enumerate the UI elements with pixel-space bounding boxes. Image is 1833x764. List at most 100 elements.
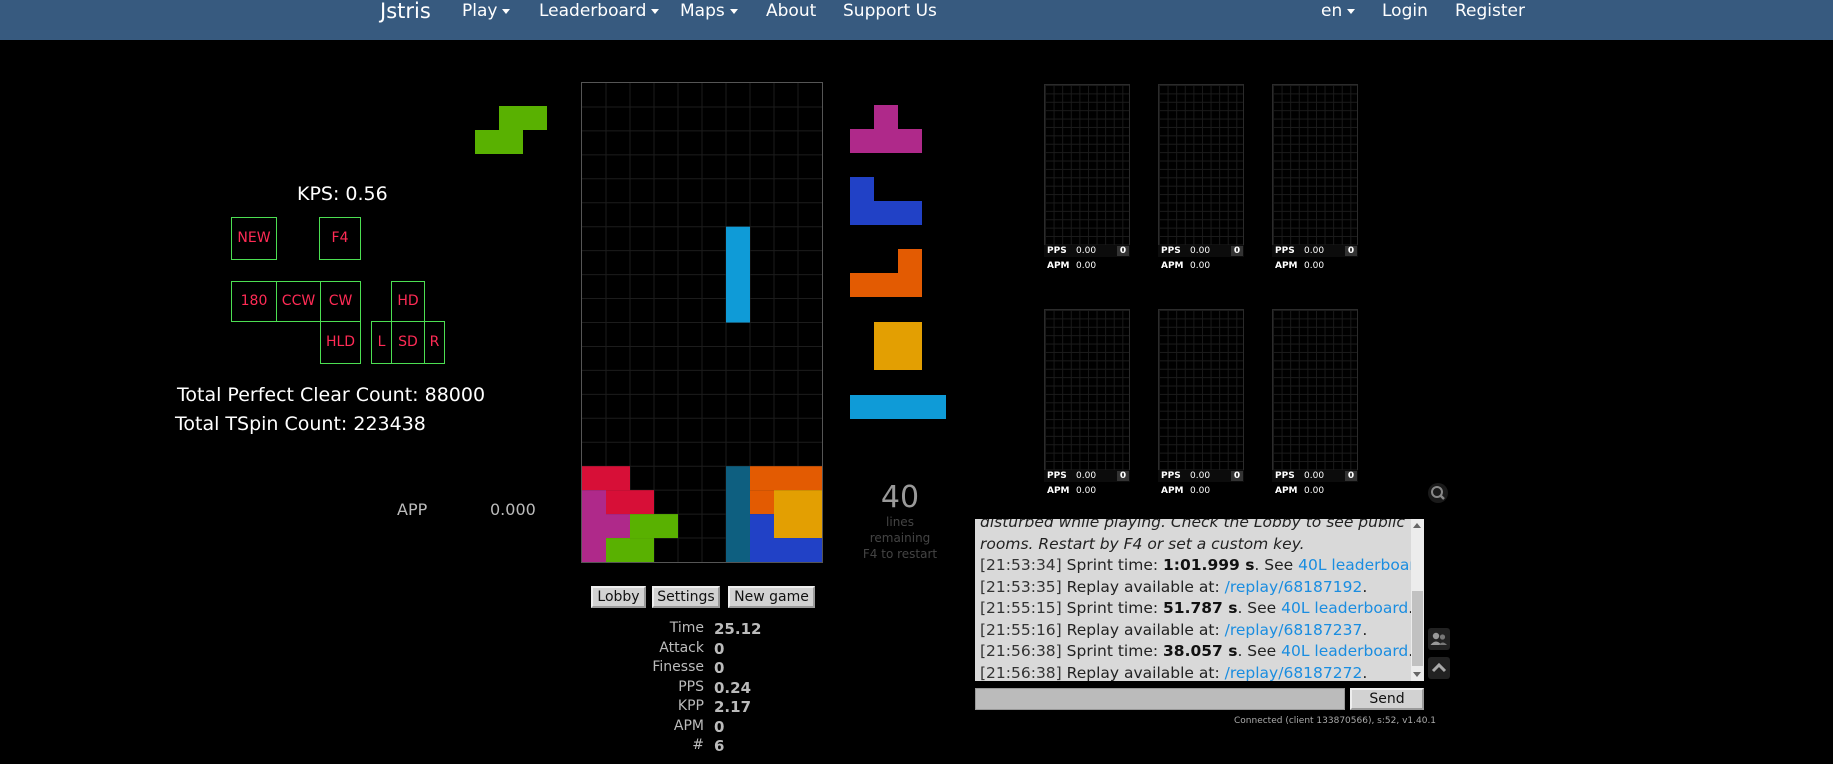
chat-scrollbar[interactable]: [1411, 519, 1424, 681]
apm-value: 0.00: [1076, 486, 1097, 496]
app-value: 0.000: [490, 500, 536, 519]
lines-remaining-label: lines remaining: [869, 515, 931, 545]
chat-messages: disturbed while playing. Check the Lobby…: [980, 519, 1424, 682]
opponent-board: PPS 0.00 0 APM 0.00: [1272, 309, 1358, 496]
pps-value: 0.00: [1076, 246, 1097, 256]
chat-text: . See: [1237, 642, 1282, 660]
hold-piece-s: [475, 106, 547, 154]
opponent-count: 0: [1117, 471, 1129, 481]
scroll-up-arrow[interactable]: [1413, 523, 1421, 528]
apm-value: 0.00: [1304, 261, 1325, 271]
brand-logo[interactable]: Jstris: [380, 0, 431, 23]
chat-message: [21:55:16] Replay available at: /replay/…: [980, 620, 1368, 639]
chat-timestamp: [21:56:38]: [980, 663, 1062, 682]
opponent-board: PPS 0.00 0 APM 0.00: [1044, 309, 1130, 496]
scroll-down-arrow[interactable]: [1413, 672, 1421, 677]
tspin-count: Total TSpin Count: 223438: [175, 413, 426, 435]
key-sd: SD: [391, 321, 425, 364]
key-hld: HLD: [320, 321, 361, 364]
chat-link[interactable]: 40L leaderboard: [1281, 599, 1408, 617]
queue-piece-i: [850, 395, 946, 419]
kps-display: KPS: 0.56: [297, 183, 388, 205]
key-ccw: CCW: [276, 281, 321, 322]
chat-log[interactable]: disturbed while playing. Check the Lobby…: [975, 519, 1424, 681]
chevron-up-icon[interactable]: [1428, 657, 1450, 679]
chat-text: Replay available at:: [1061, 663, 1225, 682]
queue-piece-t: [850, 105, 922, 153]
chat-timestamp: [21:55:15]: [980, 599, 1062, 617]
opponent-count: 0: [1231, 471, 1243, 481]
apm-value: 0.00: [1190, 261, 1211, 271]
opponent-grid: [1272, 309, 1358, 477]
opponent-count: 0: [1345, 471, 1357, 481]
chat-text: rooms. Restart by F4 or set a custom key…: [980, 534, 1305, 553]
new-game-button[interactable]: New game: [728, 586, 815, 608]
chat-message: [21:56:38] Replay available at: /replay/…: [980, 663, 1368, 682]
chat-message: [21:56:38] Sprint time: 38.057 s. See 40…: [980, 641, 1413, 663]
opponent-board: PPS 0.00 0 APM 0.00: [1158, 84, 1244, 271]
perfect-clear-count: Total Perfect Clear Count: 88000: [177, 384, 486, 406]
nav-maps[interactable]: Maps: [680, 1, 738, 21]
users-icon[interactable]: [1428, 628, 1450, 650]
restart-hint: F4 to restart: [862, 547, 938, 561]
nav-register[interactable]: Register: [1455, 1, 1525, 21]
pps-label: PPS: [1275, 246, 1295, 256]
chat-link[interactable]: 40L leaderboard: [1281, 642, 1408, 660]
pps-label: PPS: [1275, 471, 1295, 481]
apm-value: 0.00: [1190, 486, 1211, 496]
queue-piece-l: [850, 249, 922, 297]
chat-link[interactable]: 40L leaderboard: [1298, 556, 1424, 574]
pps-label: PPS: [1161, 246, 1181, 256]
apm-label: APM: [1161, 261, 1184, 271]
chevron-down-icon: [729, 8, 738, 14]
lobby-button[interactable]: Lobby: [591, 586, 646, 608]
chat-text: Sprint time:: [1061, 642, 1163, 660]
apm-label: APM: [1161, 486, 1184, 496]
nav-play[interactable]: Play: [462, 1, 511, 21]
nav-support-us[interactable]: Support Us: [843, 1, 937, 21]
chat-input[interactable]: [975, 688, 1345, 710]
pps-label: PPS: [1047, 471, 1067, 481]
chat-text: Sprint time:: [1061, 599, 1163, 617]
apm-label: APM: [1047, 486, 1070, 496]
opponent-count: 0: [1345, 246, 1357, 256]
chat-text: . See: [1254, 556, 1299, 574]
nav-login[interactable]: Login: [1382, 1, 1428, 21]
game-board[interactable]: [581, 82, 823, 563]
language-dropdown[interactable]: en: [1321, 1, 1356, 21]
apm-value: 0.00: [1304, 486, 1325, 496]
chat-text: Replay available at:: [1061, 577, 1225, 596]
opponent-grid: [1272, 84, 1358, 252]
chat-message: [21:53:34] Sprint time: 1:01.999 s. See …: [980, 555, 1424, 577]
chat-message: disturbed while playing. Check the Lobby…: [980, 519, 1410, 534]
chevron-down-icon: [651, 8, 660, 14]
pps-value: 0.00: [1190, 471, 1211, 481]
send-button[interactable]: Send: [1350, 688, 1424, 710]
chat-text: Replay available at:: [1061, 620, 1225, 639]
pps-value: 0.00: [1304, 246, 1325, 256]
chat-link[interactable]: /replay/68187237: [1225, 621, 1363, 639]
nav-leaderboard[interactable]: Leaderboard: [539, 1, 660, 21]
chat-link[interactable]: /replay/68187272: [1225, 664, 1363, 682]
apm-label: APM: [1047, 261, 1070, 271]
chevron-down-icon: [1347, 8, 1356, 14]
settings-button[interactable]: Settings: [652, 586, 720, 608]
zoom-icon[interactable]: [1427, 482, 1449, 504]
chat-message: [21:55:15] Sprint time: 51.787 s. See 40…: [980, 598, 1413, 620]
opponent-board: PPS 0.00 0 APM 0.00: [1272, 84, 1358, 271]
chat-timestamp: [21:53:35]: [980, 577, 1062, 596]
top-navbar: Jstris Play Leaderboard Maps About Suppo…: [0, 0, 1833, 40]
apm-label: APM: [1275, 261, 1298, 271]
chat-timestamp: [21:56:38]: [980, 642, 1062, 660]
chat-message: [21:53:35] Replay available at: /replay/…: [980, 577, 1368, 596]
chat-text: disturbed while playing. Check the Lobby…: [980, 519, 1405, 531]
key-180: 180: [231, 281, 277, 322]
key-new: NEW: [231, 217, 277, 260]
queue-piece-j: [850, 177, 922, 225]
pps-value: 0.00: [1076, 471, 1097, 481]
chat-link[interactable]: /replay/68187192: [1225, 578, 1363, 596]
nav-about[interactable]: About: [766, 1, 816, 21]
scroll-thumb[interactable]: [1412, 591, 1423, 666]
pps-label: PPS: [1161, 471, 1181, 481]
chat-text: . See: [1237, 599, 1282, 617]
